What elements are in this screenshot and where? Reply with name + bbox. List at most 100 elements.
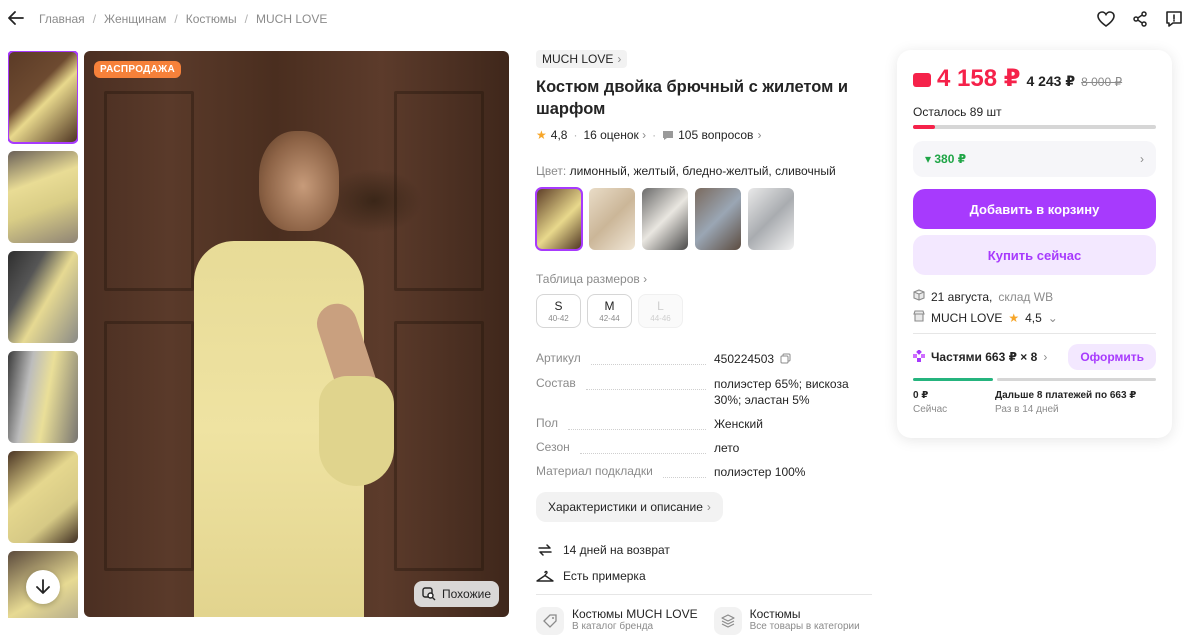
size-range: 42-44: [599, 314, 620, 323]
seller-row[interactable]: MUCH LOVE ★ 4,5 ⌄: [913, 310, 1156, 325]
perk-return: 14 дней на возврат: [536, 542, 872, 558]
similar-button[interactable]: Похожие: [414, 581, 499, 607]
breadcrumb-separator: /: [92, 12, 97, 26]
color-line: Цвет: лимонный, желтый, бледно-желтый, с…: [536, 164, 872, 178]
installments-text[interactable]: Частями 663 ₽ × 8: [931, 350, 1037, 364]
copy-icon[interactable]: [780, 352, 791, 368]
hanger-icon: [536, 568, 554, 584]
spec-value: Женский: [714, 416, 763, 431]
chevron-right-icon: ›: [1140, 152, 1144, 166]
size-table-link[interactable]: Таблица размеров ›: [536, 272, 872, 286]
separator-dot: ·: [652, 128, 657, 142]
discount-value: ▾ 380 ₽: [925, 152, 967, 166]
back-arrow-icon[interactable]: [6, 8, 26, 28]
model-bag: [319, 376, 394, 486]
spec-row-lining: Материал подкладки полиэстер 100%: [536, 464, 872, 480]
installments-button[interactable]: Оформить: [1068, 344, 1156, 370]
share-icon[interactable]: [1130, 9, 1150, 29]
wallet-icon: [913, 73, 931, 87]
spec-value: полиэстер 100%: [714, 464, 806, 479]
rating-row: ★ 4,8 · 16 оценок › · 105 вопросов ›: [536, 128, 872, 142]
buy-now-button[interactable]: Купить сейчас: [913, 235, 1156, 275]
color-swatch[interactable]: [642, 188, 688, 250]
installments-next: Дальше 8 платежей по 663 ₽ Раз в 14 дней: [995, 389, 1136, 417]
installments-icon: [913, 348, 925, 365]
size-range: 40-42: [548, 314, 569, 323]
breadcrumb-item-women[interactable]: Женщинам: [104, 12, 166, 26]
perks: 14 дней на возврат Есть примерка: [536, 542, 872, 584]
brand-name: MUCH LOVE: [542, 52, 614, 66]
spec-value: полиэстер 65%; вискоза 30%; эластан 5%: [714, 376, 849, 407]
delivery-row: 21 августа, склад WB: [913, 289, 1156, 304]
installments-row: Частями 663 ₽ × 8 › Оформить: [913, 344, 1156, 370]
color-swatch[interactable]: [535, 187, 583, 251]
now-label: Сейчас: [913, 404, 948, 415]
perk-label: 14 дней на возврат: [563, 542, 670, 557]
size-range: 44-46: [650, 314, 671, 323]
add-to-cart-button[interactable]: Добавить в корзину: [913, 189, 1156, 229]
brand-chip[interactable]: MUCH LOVE ›: [536, 50, 628, 68]
door-panel: [104, 91, 194, 291]
breadcrumb-item-home[interactable]: Главная: [39, 12, 85, 26]
chevron-down-icon: ⌄: [1047, 310, 1058, 325]
now-amount: 0 ₽: [913, 390, 929, 401]
link-title: Костюмы MUCH LOVE: [572, 606, 698, 621]
perk-label: Есть примерка: [563, 568, 646, 583]
thumbnail-image[interactable]: [8, 451, 78, 543]
link-title: Костюмы: [749, 606, 801, 621]
size-label: L: [657, 299, 664, 313]
arrow-down-icon: [36, 579, 50, 594]
size-option-m[interactable]: M 42-44: [587, 294, 632, 328]
color-swatch[interactable]: [748, 188, 794, 250]
size-option-l: L 44-46: [638, 294, 683, 328]
similar-label: Похожие: [442, 587, 491, 601]
delivery-date: 21 августа,: [931, 289, 993, 304]
price-main: 4 158 ₽: [937, 65, 1021, 92]
price-row: 4 158 ₽ 4 243 ₽ 8 000 ₽: [913, 64, 1156, 93]
reviews-link[interactable]: 16 оценок ›: [583, 128, 646, 142]
questions-link[interactable]: 105 вопросов ›: [662, 128, 761, 142]
stock-bar-fill: [913, 125, 935, 129]
brand-catalog-link[interactable]: Костюмы MUCH LOVE В каталог бренда: [536, 606, 698, 635]
size-option-s[interactable]: S 40-42: [536, 294, 581, 328]
door-panel: [394, 91, 484, 291]
seller-name: MUCH LOVE: [931, 310, 1003, 325]
perk-fitting: Есть примерка: [536, 568, 872, 584]
breadcrumb-item-suits[interactable]: Костюмы: [186, 12, 237, 26]
installments-info: 0 ₽ Сейчас Дальше 8 платежей по 663 ₽ Ра…: [913, 389, 1156, 417]
spec-value: лето: [714, 440, 740, 455]
star-icon: ★: [1008, 310, 1020, 325]
color-swatch[interactable]: [589, 188, 635, 250]
reviews-count: 16 оценок: [583, 128, 639, 142]
product-title: Костюм двойка брючный с жилетом и шарфом: [536, 78, 849, 118]
thumbnail-image[interactable]: [8, 351, 78, 443]
breadcrumb-item-brand[interactable]: MUCH LOVE: [256, 12, 327, 26]
color-swatches: [535, 187, 872, 251]
category-link[interactable]: Костюмы Все товары в категории: [713, 606, 860, 635]
color-value: лимонный, желтый, бледно-желтый, сливочн…: [569, 164, 836, 178]
return-arrows-icon: [536, 542, 554, 558]
color-label: Цвет:: [536, 164, 567, 178]
spec-key: Артикул: [536, 351, 581, 365]
spec-row-composition: Состав полиэстер 65%; вискоза 30%; эласт…: [536, 376, 872, 408]
size-table-label: Таблица размеров: [536, 272, 640, 286]
thumbnail-image[interactable]: [8, 151, 78, 243]
next-amount: Дальше 8 платежей по 663 ₽: [995, 390, 1137, 401]
thumbnail-image[interactable]: [8, 51, 78, 144]
breadcrumb: Главная / Женщинам / Костюмы / MUCH LOVE: [39, 12, 327, 26]
scroll-down-button[interactable]: [26, 570, 60, 604]
color-swatch[interactable]: [695, 188, 741, 250]
warehouse: склад WB: [998, 289, 1054, 304]
report-icon[interactable]: [1164, 9, 1184, 29]
main-product-image[interactable]: РАСПРОДАЖА Похожие: [84, 51, 509, 617]
specs-list: Артикул 450224503 Состав полиэстер 65%; …: [536, 351, 872, 480]
discount-box[interactable]: ▾ 380 ₽ ›: [913, 141, 1156, 177]
thumbnail-image[interactable]: [8, 251, 78, 343]
spec-key: Пол: [536, 415, 559, 430]
star-icon: ★: [536, 128, 547, 142]
heart-icon[interactable]: [1096, 9, 1116, 29]
characteristics-button[interactable]: Характеристики и описание ›: [536, 491, 723, 522]
rating-value: 4,8: [550, 128, 568, 142]
chevron-right-icon: ›: [617, 52, 622, 66]
box-icon: [913, 289, 925, 304]
